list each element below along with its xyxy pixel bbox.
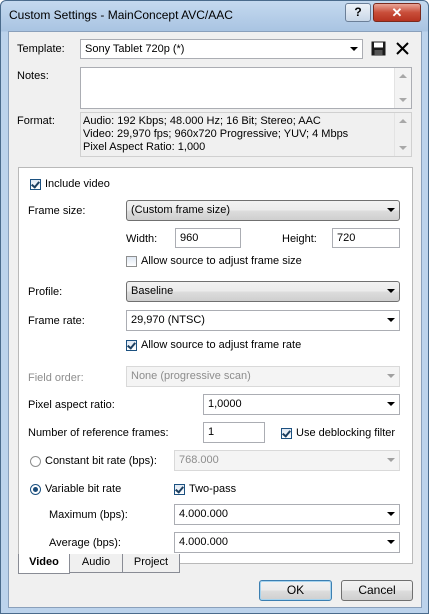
frame-size-value: (Custom frame size)	[131, 204, 231, 216]
cancel-button[interactable]: Cancel	[341, 580, 413, 601]
average-value: 4.000.000	[179, 536, 228, 548]
profile-dropdown[interactable]: Baseline	[126, 281, 400, 302]
two-pass-checkbox[interactable]	[174, 484, 185, 495]
notes-scrollbar[interactable]	[394, 68, 411, 108]
maximum-label: Maximum (bps):	[49, 509, 128, 521]
scroll-up-icon	[399, 74, 407, 78]
chevron-down-icon	[387, 374, 395, 378]
chevron-down-icon	[387, 208, 395, 212]
profile-label: Profile:	[28, 286, 63, 298]
height-label: Height:	[282, 233, 317, 245]
frame-size-dropdown[interactable]: (Custom frame size)	[126, 200, 400, 221]
notes-label: Notes:	[17, 70, 49, 82]
cbr-value: 768.000	[179, 454, 219, 466]
format-line-video: Video: 29,970 fps; 960x720 Progressive; …	[83, 128, 349, 140]
width-input[interactable]: 960	[175, 228, 241, 248]
width-value: 960	[180, 232, 199, 244]
allow-frame-rate-checkbox[interactable]	[126, 340, 137, 351]
format-line-par: Pixel Aspect Ratio: 1,000	[83, 141, 206, 153]
tab-project[interactable]: Project	[122, 554, 180, 573]
chevron-down-icon	[387, 289, 395, 293]
profile-value: Baseline	[131, 285, 174, 297]
chevron-down-icon	[387, 458, 395, 462]
dialog-client-area: Template: Sony Tablet 720p (*) Notes: Fo…	[8, 31, 422, 608]
maximum-combo[interactable]: 4.000.000	[174, 504, 400, 525]
video-tab-panel: Include video Frame size: (Custom frame …	[18, 167, 413, 564]
deblocking-label: Use deblocking filter	[296, 427, 396, 439]
format-line-audio: Audio: 192 Kbps; 48.000 Hz; 16 Bit; Ster…	[83, 115, 321, 127]
frame-size-label: Frame size:	[28, 205, 86, 217]
tab-video[interactable]: Video	[18, 554, 70, 574]
pixel-aspect-value: 1,0000	[208, 398, 242, 410]
include-video-checkbox[interactable]	[30, 179, 41, 190]
format-summary: Audio: 192 Kbps; 48.000 Hz; 16 Bit; Ster…	[80, 112, 412, 157]
pixel-aspect-label: Pixel aspect ratio:	[28, 399, 115, 411]
chevron-down-icon	[387, 318, 395, 322]
title-bar[interactable]: Custom Settings - MainConcept AVC/AAC ? …	[1, 1, 428, 31]
ref-frames-value: 1	[208, 426, 215, 438]
vbr-radio[interactable]	[30, 484, 41, 495]
format-scrollbar[interactable]	[394, 113, 411, 156]
field-order-label: Field order:	[28, 372, 84, 384]
format-label: Format:	[17, 115, 55, 127]
dialog-window: Custom Settings - MainConcept AVC/AAC ? …	[0, 0, 429, 614]
maximum-value: 4.000.000	[179, 508, 228, 520]
height-value: 720	[337, 232, 356, 244]
template-value: Sony Tablet 720p (*)	[85, 43, 185, 55]
field-order-value: None (progressive scan)	[131, 370, 251, 382]
frame-rate-label: Frame rate:	[28, 315, 85, 327]
tab-audio[interactable]: Audio	[69, 554, 123, 573]
template-label: Template:	[17, 43, 65, 55]
allow-frame-size-checkbox[interactable]	[126, 256, 137, 267]
notes-textarea[interactable]	[80, 67, 412, 109]
chevron-down-icon	[350, 47, 358, 51]
chevron-down-icon	[387, 402, 395, 406]
template-combo[interactable]: Sony Tablet 720p (*)	[80, 39, 363, 59]
pixel-aspect-combo[interactable]: 1,0000	[203, 394, 400, 415]
cbr-label: Constant bit rate (bps):	[45, 455, 157, 467]
ref-frames-input[interactable]: 1	[203, 422, 265, 443]
scroll-up-icon	[399, 119, 407, 123]
chevron-down-icon	[387, 540, 395, 544]
allow-frame-rate-label: Allow source to adjust frame rate	[141, 339, 302, 351]
allow-frame-size-label: Allow source to adjust frame size	[141, 255, 302, 267]
deblocking-checkbox[interactable]	[281, 428, 292, 439]
help-button[interactable]: ?	[345, 3, 371, 22]
frame-rate-combo[interactable]: 29,970 (NTSC)	[126, 310, 400, 331]
ref-frames-label: Number of reference frames:	[28, 427, 169, 439]
chevron-down-icon	[387, 512, 395, 516]
window-title: Custom Settings - MainConcept AVC/AAC	[9, 8, 233, 22]
average-label: Average (bps):	[49, 537, 121, 549]
width-label: Width:	[126, 233, 158, 245]
height-input[interactable]: 720	[332, 228, 400, 248]
average-combo[interactable]: 4.000.000	[174, 532, 400, 553]
field-order-dropdown[interactable]: None (progressive scan)	[126, 366, 400, 387]
ok-button[interactable]: OK	[259, 580, 332, 601]
cbr-combo[interactable]: 768.000	[174, 450, 400, 471]
two-pass-label: Two-pass	[189, 483, 237, 495]
save-template-icon[interactable]	[371, 41, 386, 56]
close-button[interactable]: ✕	[373, 3, 421, 22]
vbr-label: Variable bit rate	[45, 483, 122, 495]
frame-rate-value: 29,970 (NTSC)	[131, 314, 205, 326]
include-video-label: Include video	[45, 178, 110, 190]
scroll-down-icon	[399, 98, 407, 102]
cbr-radio[interactable]	[30, 456, 41, 467]
delete-template-icon[interactable]	[395, 41, 410, 56]
scroll-down-icon	[399, 146, 407, 150]
